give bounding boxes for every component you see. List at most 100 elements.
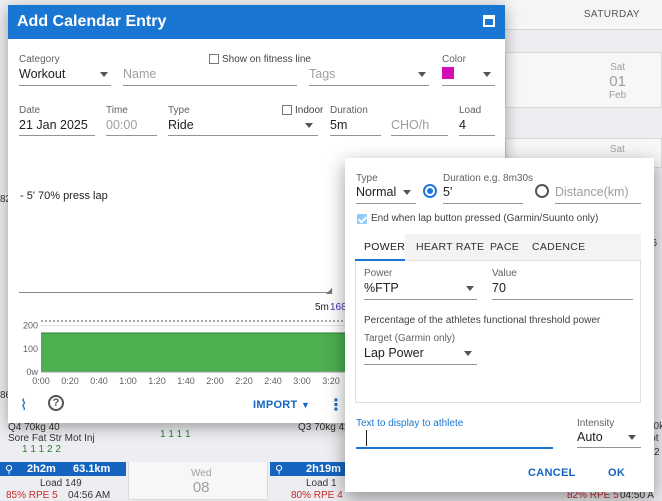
tags-input[interactable]: Tags — [309, 67, 335, 81]
resize-handle-icon[interactable]: ◢ — [326, 286, 332, 295]
cho-input[interactable]: CHO/h — [391, 118, 429, 132]
day-name: Sat — [610, 62, 626, 73]
activity-bar[interactable]: ⚲ 2h19m — [270, 462, 345, 476]
name-input[interactable]: Name — [123, 67, 156, 81]
chevron-down-icon[interactable] — [305, 123, 313, 128]
fitness-line-checkbox[interactable] — [209, 54, 219, 64]
duration-radio[interactable] — [423, 184, 437, 198]
type-underline — [168, 135, 318, 136]
tags-underline — [309, 85, 429, 86]
step-editor-popup: Type Normal Duration e.g. 8m30s 5' Dista… — [345, 158, 654, 492]
step-type-select[interactable]: Normal — [356, 185, 396, 199]
chevron-down-icon[interactable] — [628, 435, 636, 440]
target-select[interactable]: Lap Power — [364, 346, 424, 360]
right-fragment: 2 — [654, 447, 660, 458]
chevron-down-icon: ▼ — [300, 400, 311, 410]
chevron-down-icon[interactable] — [418, 72, 426, 77]
power-label: Power — [364, 268, 393, 279]
activity-load: Load 149 — [40, 478, 82, 489]
tab-cadence[interactable]: CADENCE — [532, 241, 585, 253]
import-button[interactable]: IMPORT ▼ — [253, 399, 310, 411]
step-duration-label: Duration e.g. 8m30s — [443, 173, 534, 184]
tab-heart-rate[interactable]: HEART RATE — [416, 241, 484, 253]
load-label: Load — [459, 105, 482, 116]
category-underline — [19, 85, 111, 86]
paperclip-icon[interactable]: ⌇ — [20, 396, 27, 414]
category-label: Category — [19, 54, 60, 65]
text-cursor — [366, 430, 367, 446]
load-input[interactable]: 4 — [459, 118, 466, 132]
name-underline — [123, 85, 297, 86]
step-type-underline — [356, 203, 416, 204]
cancel-button[interactable]: CANCEL — [528, 467, 576, 479]
wellness-summary: Q3 70kg 42 — [298, 422, 350, 433]
x-tick-label: 1:20 — [148, 376, 166, 386]
calendar-day-cell[interactable]: Wed 08 — [128, 462, 268, 500]
indoor-checkbox[interactable] — [282, 105, 292, 115]
tab-power[interactable]: POWER — [364, 241, 405, 253]
x-tick-label: 1:00 — [119, 376, 137, 386]
power-tab-panel: Power %FTP Value 70 Percentage of the at… — [355, 261, 641, 403]
chevron-down-icon[interactable] — [100, 72, 108, 77]
workout-description[interactable]: - 5' 70% press lap — [20, 190, 108, 202]
lap-button-checkbox[interactable] — [357, 214, 367, 224]
distance-input[interactable]: Distance(km) — [555, 185, 629, 199]
x-tick-label: 2:00 — [206, 376, 224, 386]
tab-pace[interactable]: PACE — [490, 241, 519, 253]
power-unit-select[interactable]: %FTP — [364, 281, 399, 295]
day-name: Wed — [191, 468, 212, 479]
activity-distance: 63.1km — [73, 463, 111, 475]
more-options-icon[interactable]: ⋮ — [328, 395, 344, 415]
target-label: Target (Garmin only) — [364, 333, 456, 344]
calendar-day-cell[interactable]: Sat 01 Feb — [505, 52, 662, 108]
duration-input[interactable]: 5m — [330, 118, 347, 132]
help-icon[interactable]: ? — [48, 395, 64, 411]
activity-load: Load 1 — [306, 478, 337, 489]
time-input[interactable]: 00:00 — [106, 118, 137, 132]
intensity-select[interactable]: Auto — [577, 430, 603, 444]
activity-duration: 2h19m — [306, 463, 341, 475]
chevron-down-icon[interactable] — [403, 190, 411, 195]
distance-radio[interactable] — [535, 184, 549, 198]
y-tick-label: 200 — [23, 321, 38, 331]
bike-icon: ⚲ — [5, 464, 14, 476]
chevron-down-icon[interactable] — [483, 72, 491, 77]
cho-underline — [391, 135, 448, 136]
wellness-labels: Sore Fat Str Mot Inj — [8, 433, 95, 444]
ok-button[interactable]: OK — [608, 467, 625, 479]
intensity-underline — [577, 447, 641, 448]
step-duration-input[interactable]: 5' — [443, 185, 452, 199]
athlete-text-input[interactable] — [356, 447, 553, 449]
x-tick-label: 1:40 — [177, 376, 195, 386]
fitness-line-label: Show on fitness line — [222, 54, 311, 65]
activity-bar[interactable]: ⚲ 2h2m 63.1km — [0, 462, 126, 476]
category-select[interactable]: Workout — [19, 67, 65, 81]
duration-underline — [330, 135, 381, 136]
day-name: Sat — [609, 144, 625, 155]
duration-label: Duration — [330, 105, 368, 116]
chevron-down-icon[interactable] — [464, 351, 472, 356]
maximize-icon[interactable] — [483, 15, 495, 27]
step-type-label: Type — [356, 173, 378, 184]
color-swatch[interactable] — [442, 67, 454, 79]
x-tick-label: 3:20 — [322, 376, 340, 386]
x-tick-label: 0:20 — [61, 376, 79, 386]
power-series-area — [41, 333, 353, 372]
date-input[interactable]: 21 Jan 2025 — [19, 118, 88, 132]
x-tick-label: 3:00 — [293, 376, 311, 386]
chevron-down-icon[interactable] — [466, 286, 474, 291]
target-tabs: POWER HEART RATE PACE CADENCE — [355, 234, 641, 261]
intensity-label: Intensity — [577, 418, 615, 429]
dialog-title: Add Calendar Entry — [17, 13, 167, 30]
power-value-input[interactable]: 70 — [492, 281, 506, 295]
month-name: Feb — [609, 90, 627, 101]
total-duration: 5m — [315, 302, 329, 313]
x-tick-label: 0:00 — [32, 376, 50, 386]
x-tick-label: 0:40 — [90, 376, 108, 386]
lap-button-label: End when lap button pressed (Garmin/Suun… — [371, 213, 599, 224]
date-label: Date — [19, 105, 41, 116]
power-underline — [364, 299, 477, 300]
type-select[interactable]: Ride — [168, 118, 194, 132]
time-label: Time — [106, 105, 128, 116]
import-label: IMPORT — [253, 399, 298, 411]
